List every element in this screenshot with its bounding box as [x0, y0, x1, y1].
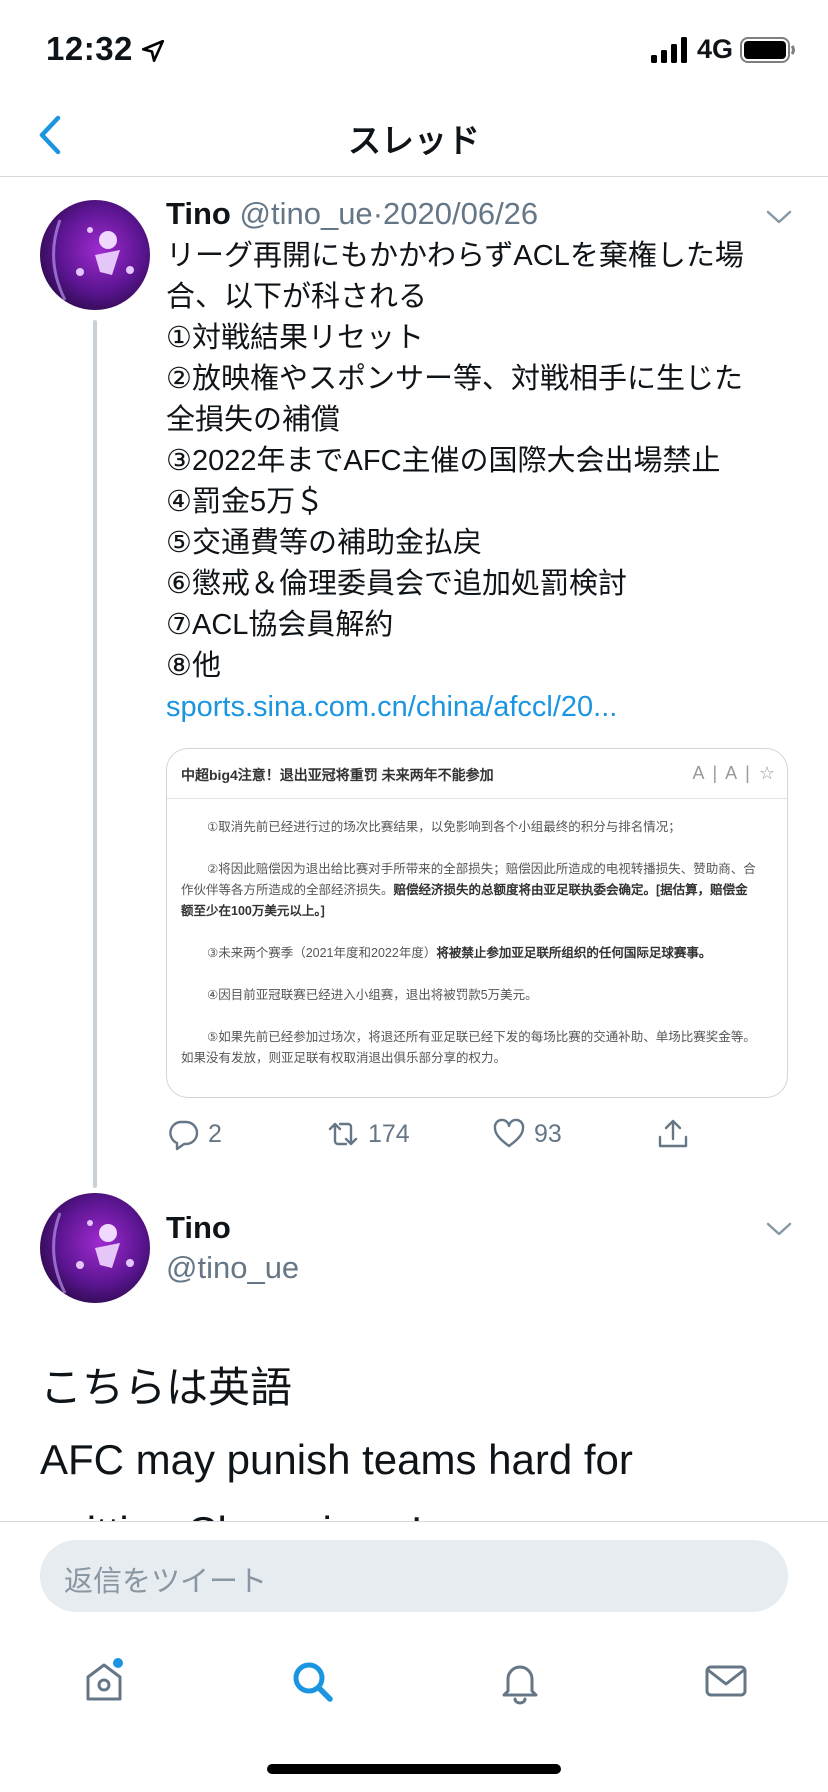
- status-bar: 12:32 4G: [0, 0, 828, 96]
- tab-notifications[interactable]: [490, 1651, 550, 1711]
- tweet-text: こちらは英語 AFC may punish teams hard for qui…: [40, 1352, 800, 1522]
- tweet-text-line: 合、以下が科される: [166, 281, 428, 313]
- avatar[interactable]: [40, 200, 150, 310]
- tweet-text-line: ⑤交通費等の補助金払戻: [166, 527, 482, 559]
- chevron-down-icon[interactable]: [765, 1220, 793, 1238]
- tweet-text-line: ③2022年までAFC主催の国際大会出場禁止: [166, 445, 721, 477]
- messages-envelope-icon: [705, 1665, 747, 1697]
- reply-button[interactable]: 2: [166, 1112, 222, 1156]
- battery-icon: [740, 37, 795, 63]
- chevron-down-icon[interactable]: [765, 208, 793, 226]
- nav-bar: スレッド: [0, 96, 828, 177]
- meta-separator: ·: [372, 196, 384, 231]
- reply-input[interactable]: 返信をツイート: [40, 1540, 788, 1612]
- heart-icon: [493, 1118, 525, 1148]
- media-text: 作伙伴等各方所造成的全部经济损失。: [181, 883, 394, 897]
- media-paragraph: 额至少在100万美元以上。]: [181, 901, 775, 922]
- tab-search[interactable]: [282, 1651, 342, 1711]
- reply-icon: [169, 1120, 199, 1151]
- like-count: 93: [534, 1119, 562, 1148]
- media-paragraph: ③未来两个赛季（2021年度和2022年度）将被禁止参加亚足联所组织的任何国际足…: [181, 943, 775, 964]
- tweet-text-line: リーグ再開にもかかわらずACLを棄権した場: [166, 240, 744, 272]
- tweet-text-line: こちらは英語: [40, 1364, 293, 1411]
- tab-messages[interactable]: [696, 1651, 756, 1711]
- location-arrow-icon: [141, 39, 165, 63]
- media-paragraph: ④因目前亚冠联赛已经进入小组赛，退出将被罚款5万美元。: [207, 988, 538, 1002]
- reply-count: 2: [208, 1119, 222, 1148]
- tweet-text-line: ⑦ACL協会員解約: [166, 609, 394, 641]
- tweet-text-line: ①対戦結果リセット: [166, 322, 424, 354]
- reply-bar: 返信をツイート: [0, 1521, 828, 1621]
- media-paragraph: 作伙伴等各方所造成的全部经济损失。赔偿经济损失的总额度将由亚足联执委会确定。[据…: [181, 880, 775, 901]
- media-article-title: 中超big4注意！退出亚冠将重罚 未来两年不能参加: [181, 767, 494, 783]
- tweet-actions: 2 174 93: [166, 1112, 706, 1156]
- home-icon: [86, 1658, 123, 1701]
- media-paragraph: ②将因此赔偿因为退出给比赛对手所带来的全部损失；赔偿因此所造成的电视转播损失、赞…: [207, 862, 756, 876]
- media-text-bold: 赔偿经济损失的总额度将由亚足联执委会确定。[据估算，赔偿金: [393, 883, 748, 897]
- media-paragraph: 如果没有发放，则亚足联有权取消退出俱乐部分享的权力。: [181, 1051, 507, 1065]
- page-title: スレッド: [348, 122, 480, 159]
- share-button[interactable]: [656, 1112, 698, 1156]
- status-time: 12:32: [46, 30, 133, 67]
- avatar-image: [40, 1193, 150, 1303]
- author-handle[interactable]: @tino_ue: [240, 196, 373, 231]
- media-text-bold: 将被禁止参加亚足联所组织的任何国际足球赛事。: [436, 946, 712, 960]
- retweet-count: 174: [368, 1119, 410, 1148]
- media-paragraph: ①取消先前已经进行过的场次比赛结果，以免影响到各个小组最终的积分与排名情况；: [207, 820, 681, 834]
- retweet-icon: [328, 1122, 358, 1146]
- avatar[interactable]: [40, 1193, 150, 1303]
- like-button[interactable]: 93: [492, 1112, 562, 1156]
- author-name[interactable]: Tino: [166, 1210, 231, 1246]
- share-icon: [658, 1119, 688, 1148]
- tweet-text: リーグ再開にもかかわらずACLを棄権した場 合、以下が科される ①対戦結果リセッ…: [166, 236, 786, 728]
- tweet-text-line: ⑧他: [166, 650, 221, 682]
- tweet-text-line: AFC may punish teams hard for: [40, 1436, 633, 1483]
- tweet-text-line: ④罰金5万＄: [166, 486, 325, 518]
- tweet-text-line: ⑥懲戒＆倫理委員会で追加処罰検討: [166, 568, 627, 600]
- media-font-tools: A | A | ☆: [692, 763, 777, 783]
- home-indicator[interactable]: [267, 1764, 561, 1774]
- author-handle[interactable]: @tino_ue: [166, 1250, 299, 1286]
- media-title-bar: 中超big4注意！退出亚冠将重罚 未来两年不能参加 A | A | ☆: [167, 749, 787, 799]
- avatar-image: [40, 200, 150, 310]
- tab-bar: [0, 1621, 828, 1792]
- retweet-button[interactable]: 174: [326, 1112, 410, 1156]
- tab-home[interactable]: [74, 1651, 134, 1711]
- tweet-text-line: quitting Champions League: [40, 1496, 800, 1522]
- tweet-date: 2020/06/26: [383, 196, 539, 231]
- network-type: 4G: [697, 34, 734, 64]
- media-paragraph: ⑤如果先前已经参加过场次，将退还所有亚足联已经下发的每场比赛的交通补助、单场比赛…: [207, 1030, 756, 1044]
- tweet-header: Tino @tino_ue·2020/06/26: [166, 196, 538, 232]
- search-icon: [293, 1662, 333, 1702]
- tweet-link[interactable]: sports.sina.com.cn/china/afccl/20...: [166, 687, 786, 728]
- tweet-media-image[interactable]: 中超big4注意！退出亚冠将重罚 未来两年不能参加 A | A | ☆ ①取消先…: [166, 748, 788, 1098]
- notifications-bell-icon: [502, 1665, 538, 1705]
- media-text: ③未来两个赛季（2021年度和2022年度）: [207, 946, 437, 960]
- cellular-signal-icon: [651, 37, 687, 63]
- tweet-text-line: 全損失の補償: [166, 404, 341, 436]
- media-text-bold: 额至少在100万美元以上。]: [181, 904, 325, 918]
- thread-connector-line: [93, 320, 97, 1188]
- author-name[interactable]: Tino: [166, 196, 231, 231]
- reply-placeholder: 返信をツイート: [64, 1566, 268, 1598]
- tweet-text-line: ②放映権やスポンサー等、対戦相手に生じた: [166, 363, 743, 395]
